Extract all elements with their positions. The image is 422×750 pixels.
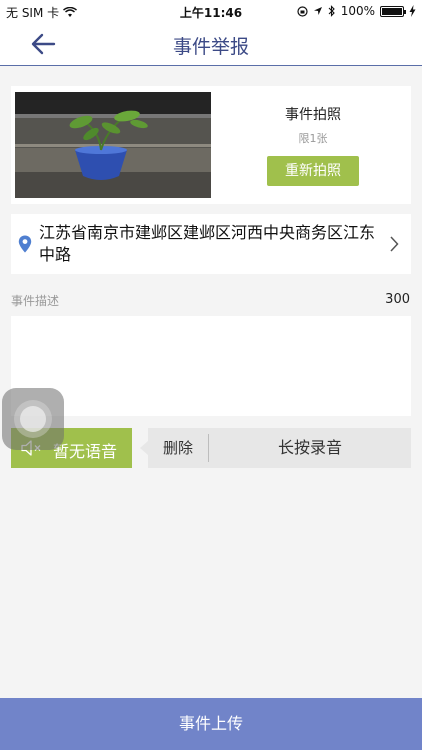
orientation-lock-icon — [297, 5, 308, 17]
event-photo — [15, 92, 211, 198]
chevron-right-icon — [390, 236, 399, 252]
record-controls-pointer — [140, 441, 148, 455]
photo-info: 事件拍照 限1张 重新拍照 — [235, 104, 391, 186]
photo-thumbnail[interactable] — [11, 86, 215, 204]
status-bar: 无 SIM 卡 上午11:46 100% — [0, 0, 422, 22]
location-address: 江苏省南京市建邺区建邺区河西中央商务区江东中路 — [39, 223, 376, 264]
submit-event-button[interactable]: 事件上传 — [0, 698, 422, 750]
bluetooth-icon — [328, 5, 335, 17]
assistive-touch-button[interactable] — [2, 388, 64, 450]
photo-card: 事件拍照 限1张 重新拍照 — [11, 86, 411, 204]
location-arrow-icon — [313, 7, 322, 15]
retake-photo-button[interactable]: 重新拍照 — [267, 156, 359, 186]
description-label: 事件描述 — [11, 294, 60, 308]
delete-voice-button[interactable]: 删除 — [148, 428, 208, 468]
location-pin-icon — [18, 235, 32, 253]
description-input[interactable] — [11, 316, 411, 416]
photo-title: 事件拍照 — [285, 107, 341, 123]
nav-bar: 事件举报 — [0, 22, 422, 66]
battery-percent: 100% — [340, 4, 375, 18]
description-char-count: 300 — [385, 292, 410, 307]
record-controls: 删除 长按录音 — [140, 428, 411, 468]
plant-photo-illustration — [15, 92, 211, 198]
charging-icon — [409, 5, 416, 17]
status-right: 100% — [297, 4, 416, 18]
battery-icon — [380, 5, 406, 17]
location-selector[interactable]: 江苏省南京市建邺区建邺区河西中央商务区江东中路 — [11, 214, 411, 274]
hold-to-record-button[interactable]: 长按录音 — [209, 428, 411, 468]
page-title: 事件举报 — [172, 36, 249, 58]
photo-limit: 限1张 — [298, 132, 328, 145]
